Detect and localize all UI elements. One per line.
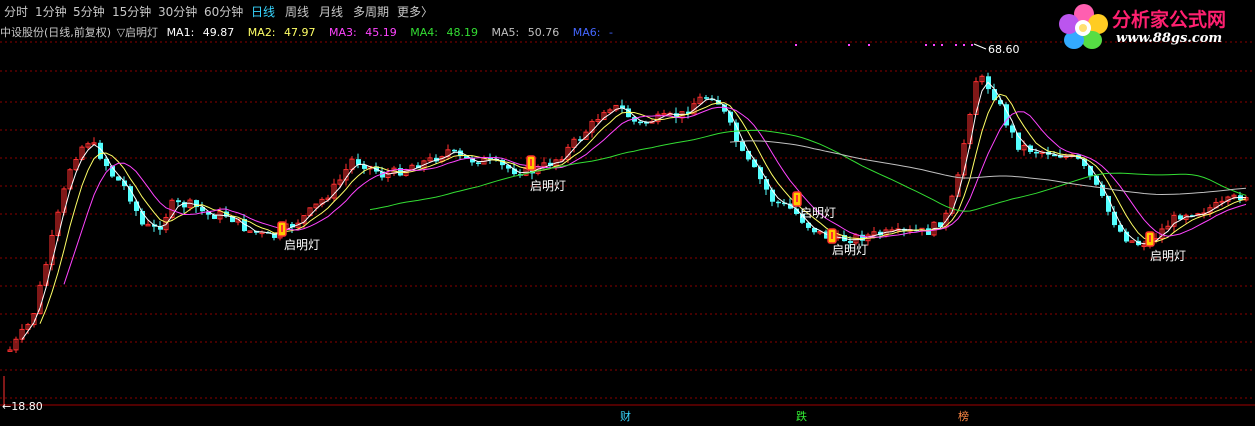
signal-label: 启明灯 — [832, 243, 868, 257]
event-marker-ranking: 榜 — [958, 409, 969, 423]
ma5-line — [729, 140, 1247, 196]
candle-body-down — [176, 200, 181, 203]
signal-label: 启明灯 — [800, 206, 836, 220]
candle-body-down — [476, 162, 481, 165]
period-tab-15min[interactable]: 15分钟 — [112, 5, 151, 19]
candle-body-down — [1016, 132, 1021, 150]
kline-chart[interactable]: 启明灯启明灯启明灯启明灯 启明灯 68.60 ←18.80 财 跌 榜 — [0, 0, 1255, 426]
signal-lamp-core — [796, 195, 798, 202]
signal-dot — [963, 44, 965, 46]
candle-body-down — [1112, 211, 1117, 226]
ma3-readout: MA3: 45.19 — [329, 26, 397, 39]
chart-grid — [0, 41, 1255, 406]
logo-url: www.88gs.com — [1116, 31, 1223, 46]
stock-name: 中设股份(日线,前复权) — [0, 26, 112, 39]
candle-body-down — [1034, 151, 1039, 154]
period-tab-60min[interactable]: 60分钟 — [204, 5, 243, 19]
indicator-legend: 中设股份(日线,前复权) ▽启明灯 MA1: 49.87 MA2: 47.97 … — [0, 26, 623, 40]
candle-body-down — [134, 201, 139, 211]
period-tab-monthly[interactable]: 月线 — [319, 5, 343, 19]
candle-body-down — [764, 179, 769, 190]
high-price-label: 68.60 — [988, 43, 1020, 56]
period-tab-timeshare[interactable]: 分时 — [4, 5, 28, 19]
signal-dot — [848, 44, 850, 46]
signal-lamp-core — [530, 159, 532, 166]
candle-body-down — [452, 149, 457, 152]
signal-label: 启明灯 — [1150, 249, 1186, 263]
signal-dot — [868, 44, 870, 46]
qimingdeng-signals: 启明灯启明灯启明灯启明灯 启明灯 — [277, 155, 1186, 263]
candle-body-down — [704, 97, 709, 99]
signal-dot — [795, 44, 797, 46]
candle-body-down — [638, 121, 643, 124]
event-markers: 财 跌 榜 — [620, 409, 969, 423]
low-price-label: ←18.80 — [2, 400, 43, 413]
signal-dot — [941, 44, 943, 46]
logo-title: 分析家公式网 — [1112, 9, 1227, 31]
site-logo: 分析家公式网 www.88gs.com — [1052, 0, 1255, 50]
candle-body-down — [776, 201, 781, 204]
flower-logo-icon — [1059, 4, 1108, 49]
period-tab-weekly[interactable]: 周线 — [285, 5, 309, 19]
signal-lamp-core — [831, 232, 833, 239]
candlesticks — [7, 72, 1249, 353]
ma6-readout: MA6: - — [572, 26, 613, 39]
period-tab-daily[interactable]: 日线 — [251, 5, 275, 19]
signal-label: 启明灯 — [284, 238, 320, 252]
ma2-readout: MA2: 47.97 — [247, 26, 316, 39]
ma4-line — [369, 129, 1247, 212]
period-tab-30min[interactable]: 30分钟 — [158, 5, 197, 19]
signal-label: 启明灯 — [530, 179, 566, 193]
signal-dot — [955, 44, 957, 46]
price-markers: 68.60 ←18.80 — [2, 43, 1020, 413]
signal-lamp-core — [281, 225, 283, 232]
event-marker-finance: 财 — [620, 409, 631, 423]
signal-dot — [971, 44, 973, 46]
period-tab-multi[interactable]: 多周期 — [353, 5, 389, 19]
indicator-name[interactable]: ▽启明灯 — [117, 26, 158, 39]
signal-dot — [933, 44, 935, 46]
period-tab-1min[interactable]: 1分钟 — [35, 5, 67, 19]
event-marker-drop: 跌 — [796, 409, 807, 423]
signal-lamp-core — [1149, 235, 1151, 242]
ma5-readout: MA5: 50.76 — [491, 26, 560, 39]
ma4-readout: MA4: 48.19 — [410, 26, 478, 39]
ma1-readout: MA1: 49.87 — [166, 26, 235, 39]
signal-dot — [925, 44, 927, 46]
period-tab-5min[interactable]: 5分钟 — [73, 5, 105, 19]
signal-dots — [795, 44, 973, 46]
period-tab-more[interactable]: 更多〉 — [397, 5, 433, 19]
